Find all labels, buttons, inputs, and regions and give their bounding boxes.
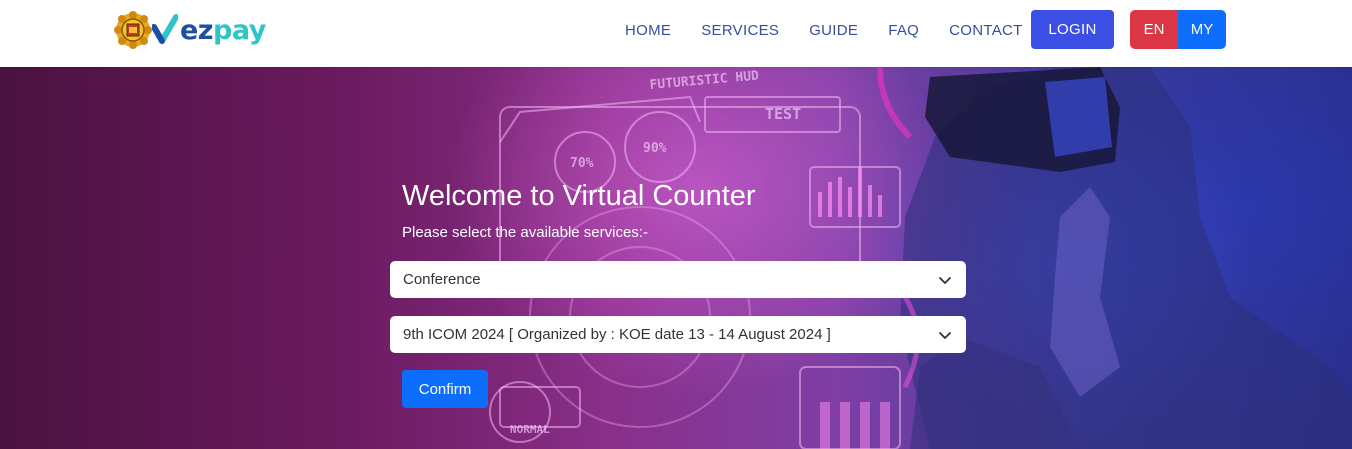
state-crest-icon [114,11,152,49]
check-v-icon [152,14,178,44]
chevron-down-icon [939,331,951,339]
service-type-select[interactable]: Conference [390,261,966,298]
lang-en-button[interactable]: EN [1130,10,1178,49]
nav-guide[interactable]: GUIDE [809,22,858,39]
top-navbar: ezpay HOME SERVICES GUIDE FAQ CONTACT LO… [0,0,1352,67]
event-value: 9th ICOM 2024 [ Organized by : KOE date … [403,326,831,343]
page-title: Welcome to Virtual Counter [402,180,756,212]
event-select[interactable]: 9th ICOM 2024 [ Organized by : KOE date … [390,316,966,353]
hud-title-text: FUTURISTIC HUD [649,68,760,93]
hud-percent-1: 70% [570,156,594,171]
services-instruction: Please select the available services:- [402,224,648,241]
language-switcher: EN MY [1130,10,1226,49]
ezpay-logo[interactable]: ezpay [114,10,266,50]
service-type-value: Conference [403,271,481,288]
hud-background-graphic: FUTURISTIC HUD TEST 70% 90% NORMAL [489,67,1352,449]
hud-test-text: TEST [765,105,801,123]
login-button[interactable]: LOGIN [1031,10,1114,49]
main-nav: HOME SERVICES GUIDE FAQ CONTACT [610,0,1053,60]
hero-banner: FUTURISTIC HUD TEST 70% 90% NORMAL Welco… [0,67,1352,449]
confirm-button[interactable]: Confirm [402,370,488,408]
hud-percent-2: 90% [643,141,667,156]
nav-faq[interactable]: FAQ [888,22,919,39]
brand-name: ezpay [180,14,266,46]
nav-home[interactable]: HOME [625,22,671,39]
hud-normal-text: NORMAL [510,423,550,436]
nav-contact[interactable]: CONTACT [949,22,1022,39]
lang-my-button[interactable]: MY [1178,10,1226,49]
chevron-down-icon [939,276,951,284]
nav-services[interactable]: SERVICES [701,22,779,39]
